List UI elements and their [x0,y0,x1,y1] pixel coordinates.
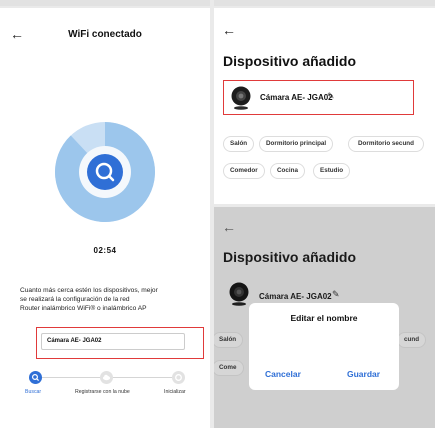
room-chip[interactable]: Salón [223,136,255,152]
dialog-title: Editar el nombre [290,313,358,323]
room-chip[interactable]: Dormitorio secund [348,136,424,152]
description-line: Router inalámbrico WiFi® o inalámbrico A… [20,305,147,312]
search-icon [96,162,114,180]
cancel-button[interactable]: Cancelar [265,369,301,379]
step-label: Registrarse con la nube [75,389,130,395]
back-arrow-icon[interactable]: ← [222,219,236,235]
device-added-screen: ← Dispositivo añadido Cámara AE- JGA02 ✎… [214,8,435,204]
name-input[interactable]: Cámara AE- JGA02 [41,333,185,350]
back-arrow-icon[interactable]: ← [222,22,236,38]
edit-pencil-icon[interactable]: ✎ [332,289,340,300]
room-chip: Come [214,360,244,376]
name-input-highlight: Cámara AE- JGA02 [36,327,204,359]
camera-icon [231,86,251,110]
room-chip: Salón [214,332,244,348]
page-title: Dispositivo añadido [223,249,357,265]
room-chip[interactable]: Estudio [313,163,351,179]
description-line: Cuanto más cerca estén los dispositivos,… [20,287,158,294]
wifi-connected-screen: ← WiFi conectado 02:54 Cuanto más cerca … [0,8,210,428]
page-title: WiFi conectado [68,29,142,40]
countdown-timer: 02:54 [93,246,117,255]
progress-steps: Buscar Registrarse con la nube Inicializ… [0,363,210,403]
device-name: Cámara AE- JGA02 [259,292,332,301]
camera-icon [229,282,249,306]
device-name: Cámara AE- JGA02 [260,93,333,102]
edit-pencil-icon[interactable]: ✎ [327,91,335,102]
edit-name-screen: ← Dispositivo añadido Cámara AE- JGA02 ✎… [214,207,435,428]
room-chip: cund [397,332,427,348]
step-label: Inicializar [164,389,186,395]
step-cloud-icon [100,371,113,384]
room-chip[interactable]: Dormitorio principal [259,136,334,152]
room-chip[interactable]: Cocina [270,163,305,179]
description-line: se realizará la configuración de la red [20,296,130,303]
step-search-icon [29,371,42,384]
step-init-icon [172,371,185,384]
page-title: Dispositivo añadido [223,53,357,69]
save-button[interactable]: Guardar [347,369,380,379]
description-text: Cuanto más cerca estén los dispositivos,… [20,286,198,322]
step-label: Buscar [25,389,42,395]
room-chip[interactable]: Comedor [223,163,265,179]
edit-name-dialog: Editar el nombre Cancelar Guardar [249,303,399,390]
device-row[interactable]: Cámara AE- JGA02 ✎ [223,80,414,115]
